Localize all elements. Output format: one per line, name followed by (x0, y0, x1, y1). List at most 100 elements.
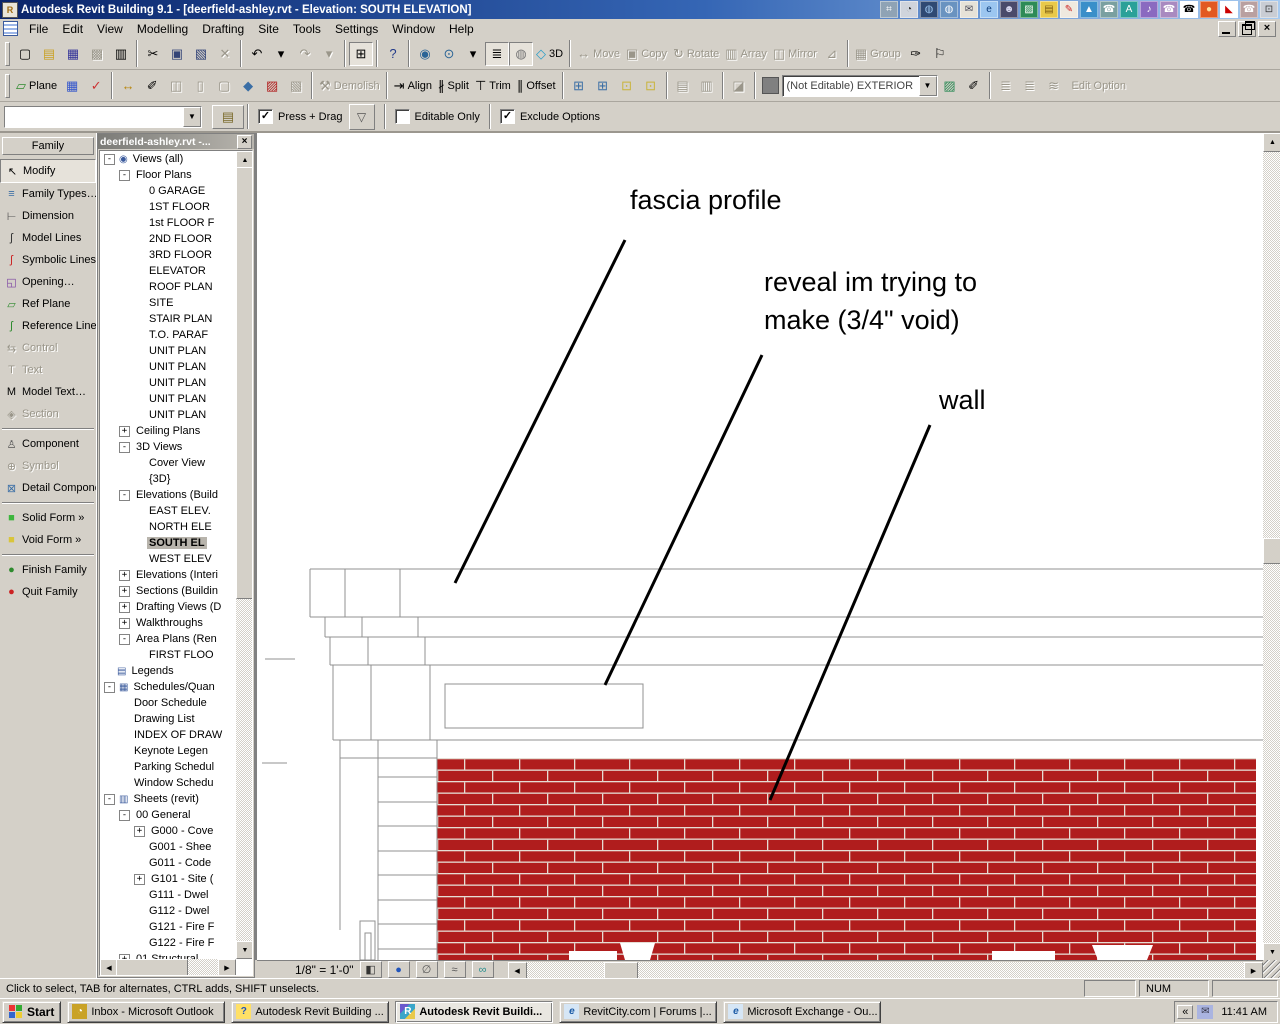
family-dimension[interactable]: ⊢ Dimension (0, 205, 96, 227)
cut-geometry-button[interactable]: ⊡ (614, 73, 639, 98)
tree-item[interactable]: INDEX OF DRAW (100, 727, 236, 743)
rotate-button[interactable]: ↻ Rotate (669, 41, 723, 66)
tree-expander-icon[interactable]: - (119, 489, 130, 501)
scroll-down-icon[interactable]: ▼ (236, 941, 252, 959)
tree-expander-icon[interactable]: - (119, 441, 130, 453)
family-model-lines[interactable]: ʃ Model Lines (0, 227, 96, 249)
type-selector-combo[interactable]: ▼ (4, 105, 202, 128)
resize-button[interactable]: ⊿ (819, 41, 844, 66)
resize-grip[interactable] (1263, 960, 1280, 978)
save-central-button[interactable]: ▩ (85, 41, 109, 66)
delete-button[interactable]: ✕ (213, 41, 237, 66)
folder-icon[interactable]: ▤ (1040, 1, 1058, 18)
tree-expander-icon[interactable]: - (119, 809, 130, 821)
canvas-hscroll-thumb[interactable] (603, 961, 638, 980)
pen-icon[interactable]: ✎ (1060, 1, 1078, 18)
reveal-hidden-button[interactable]: ∞ (471, 961, 494, 978)
window-icon[interactable]: ⊡ (1260, 1, 1278, 18)
tree-item[interactable]: + Elevations (Interi (100, 567, 236, 583)
cope-button[interactable]: ▧ (284, 73, 309, 98)
tree-item[interactable]: ROOF PLAN (100, 279, 236, 295)
family-text[interactable]: T Text (0, 359, 96, 381)
tree-expander-icon[interactable]: - (104, 153, 115, 165)
tree-item[interactable]: Parking Schedul (100, 759, 236, 775)
editable-only-checkbox[interactable] (394, 109, 410, 124)
tree-item[interactable]: + G101 - Site ( (100, 871, 236, 887)
workset-color-swatch[interactable] (761, 77, 779, 94)
menu-site[interactable]: Site (251, 20, 286, 38)
paste-button[interactable]: ▧ (189, 41, 213, 66)
room-tag-button[interactable]: ▯ (188, 73, 213, 98)
tree-item[interactable]: + Walkthroughs (100, 615, 236, 631)
canvas-horizontal-scrollbar[interactable]: ◀ ▶ (507, 961, 1263, 980)
dynamic-view-button[interactable]: ◉ (413, 41, 437, 66)
tree-expander-icon[interactable]: - (104, 793, 115, 805)
tree-item[interactable]: 1ST FLOOR (100, 199, 236, 215)
design-option-1-button[interactable]: ≣ (993, 73, 1018, 98)
family-reference-line[interactable]: ʃ Reference Lines (0, 315, 96, 337)
spelling-button[interactable]: ✓ (84, 73, 109, 98)
tree-vscroll-thumb[interactable] (236, 167, 252, 599)
texture-button[interactable]: ▨ (260, 73, 285, 98)
menu-window[interactable]: Window (385, 20, 442, 38)
mail-icon[interactable]: ✉ (1197, 1004, 1214, 1019)
annotation-reveal[interactable]: reveal im trying to make (3/4" void) (764, 263, 977, 339)
tree-item[interactable]: {3D} (100, 471, 236, 487)
tree-expander-icon[interactable]: + (134, 873, 145, 885)
zoom-dropdown[interactable]: ▾ (461, 41, 485, 66)
fire-icon[interactable]: ● (1200, 1, 1218, 18)
print-button[interactable]: ▥ (109, 41, 133, 66)
design-option-2-button[interactable]: ≣ (1017, 73, 1042, 98)
family-solid-form[interactable]: ■ Solid Form » (0, 507, 96, 529)
linework-button[interactable]: ▤ (670, 73, 695, 98)
unpin-button[interactable]: ⚐ (927, 41, 952, 66)
save-button[interactable]: ▦ (61, 41, 85, 66)
family-ref-plane[interactable]: ▱ Ref Plane (0, 293, 96, 315)
tree-item[interactable]: + Sections (Buildin (100, 583, 236, 599)
redo-button[interactable]: ↷ (293, 41, 317, 66)
chevron-down-icon[interactable]: ▼ (183, 106, 201, 127)
annotation-wall[interactable]: wall (939, 381, 986, 419)
context-help-button[interactable]: ? (381, 41, 405, 66)
tree-item[interactable]: STAIR PLAN (100, 311, 236, 327)
tree-item[interactable]: G111 - Dwel (100, 887, 236, 903)
render-scene-button[interactable]: ▨ (937, 73, 962, 98)
globe-light-icon[interactable]: ◍ (940, 1, 958, 18)
pin-button[interactable]: ✑ (903, 41, 928, 66)
tag-button[interactable]: ◫ (164, 73, 189, 98)
eraser-button[interactable]: ✐ (961, 73, 986, 98)
tree-expander-icon[interactable]: + (119, 585, 130, 597)
family-symbolic-lines[interactable]: ʃ Symbolic Lines (0, 249, 96, 271)
tree-horizontal-scrollbar[interactable]: ◀ ▶ (100, 959, 236, 975)
tree-item[interactable]: +01 Structural (100, 951, 236, 959)
wall-join-button[interactable]: ⊞ (566, 73, 591, 98)
family-opening[interactable]: ◱ Opening… (0, 271, 96, 293)
offset-button[interactable]: ∥ Offset (513, 73, 559, 98)
exclude-options-checkbox[interactable]: ✓ (499, 109, 515, 124)
tree-item[interactable]: FIRST FLOO (100, 647, 236, 663)
area-tag-button[interactable]: ▢ (212, 73, 237, 98)
globe-dark-icon[interactable]: ◍ (920, 1, 938, 18)
mail-doc-icon[interactable]: ✉ (960, 1, 978, 18)
chevron-down-icon[interactable]: ▼ (918, 75, 937, 96)
edit-option-button[interactable]: Edit Option (1065, 73, 1129, 98)
family-component[interactable]: ♙ Component (0, 433, 96, 455)
drawing-canvas[interactable]: fascia profile reveal im trying to make … (255, 133, 1263, 960)
tree-vertical-scrollbar[interactable]: ▲ ▼ (236, 151, 252, 959)
toolbar-grip[interactable] (5, 41, 10, 66)
tree-item[interactable]: G011 - Code (100, 855, 236, 871)
tree-item[interactable]: - Elevations (Build (100, 487, 236, 503)
tree-item[interactable]: -3D Views (100, 439, 236, 455)
press-drag-checkbox[interactable]: ✓ (258, 109, 273, 124)
dimension-button[interactable]: ↔ (116, 73, 141, 98)
tree-expander-icon[interactable]: + (119, 425, 130, 437)
menu-modelling[interactable]: Modelling (130, 20, 195, 38)
canvas-vertical-scrollbar[interactable]: ▲ ▼ (1263, 133, 1280, 978)
taskbar-button[interactable]: ◔ Inbox - Microsoft Outlook (67, 1000, 226, 1023)
clock-icon[interactable]: ◔ (900, 1, 918, 18)
family-control[interactable]: ⇆ Control (0, 337, 96, 359)
undo-button[interactable]: ↶ (245, 41, 269, 66)
menu-tools[interactable]: Tools (286, 20, 328, 38)
tree-item[interactable]: ELEVATOR (100, 263, 236, 279)
tree-item[interactable]: G121 - Fire F (100, 919, 236, 935)
